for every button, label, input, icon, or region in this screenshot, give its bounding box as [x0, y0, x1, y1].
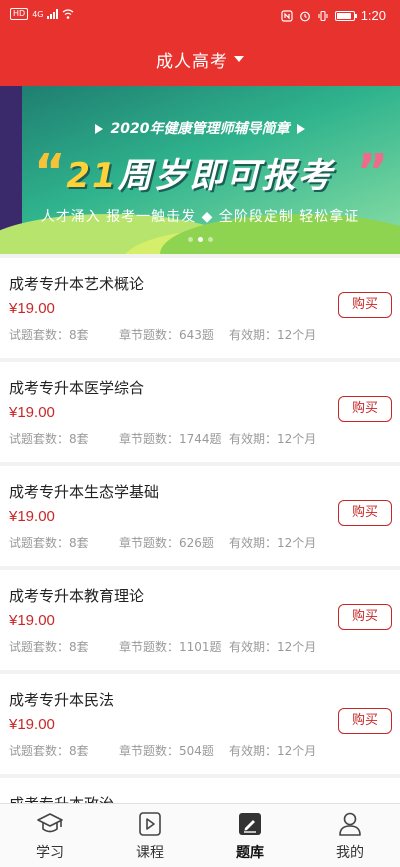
list-item[interactable]: 成考专升本艺术概论 ¥19.00 试题套数：8套 章节题数：643题 有效期：1… [0, 258, 400, 358]
course-meta: 试题套数：8套 章节题数：626题 有效期：12个月 [9, 534, 316, 551]
battery-icon [334, 10, 357, 21]
status-bar: HD 4G 1:20 [0, 0, 400, 30]
course-price: ¥19.00 [9, 716, 55, 733]
page-title: 成人高考 [156, 51, 228, 72]
caret-down-icon [234, 56, 244, 62]
course-name: 成考专升本教育理论 [9, 587, 145, 605]
validity: 有效期：12个月 [229, 328, 317, 342]
clock: 1:20 [360, 8, 386, 23]
chapter-questions: 章节题数：643题 [119, 328, 214, 342]
user-icon [339, 812, 361, 836]
banner-top-line: 2020年健康管理师辅导简章 [0, 118, 400, 138]
banner-top-text: 2020年健康管理师辅导简章 [110, 121, 290, 137]
tab-label: 题库 [236, 844, 264, 861]
graduation-cap-icon [37, 812, 63, 832]
question-sets: 试题套数：8套 [9, 328, 89, 342]
tab-study[interactable]: 学习 [0, 804, 100, 867]
course-price: ¥19.00 [9, 404, 55, 421]
course-price: ¥19.00 [9, 612, 55, 629]
banner-subline: 人才涌入 报考一触击发 ◆ 全阶段定制 轻松拿证 [40, 209, 360, 225]
play-icon [139, 811, 161, 836]
course-price: ¥19.00 [9, 508, 55, 525]
validity: 有效期：12个月 [229, 744, 317, 758]
list-item[interactable]: 成考专升本教育理论 ¥19.00 试题套数：8套 章节题数：1101题 有效期：… [0, 570, 400, 670]
course-name: 成考专升本民法 [9, 691, 115, 709]
course-name: 成考专升本生态学基础 [9, 483, 160, 501]
carousel-dots [0, 237, 400, 242]
signal-icon [47, 9, 59, 19]
banner-headline-text: 周岁即可报考 [117, 156, 334, 196]
vibrate-icon [318, 10, 328, 21]
carousel-dot-active[interactable] [197, 237, 203, 242]
carousel-dot[interactable] [187, 237, 193, 242]
bottom-tab-bar: 学习 课程 题库 我的 [0, 803, 400, 867]
play-arrow-icon [297, 124, 306, 134]
chapter-questions: 章节题数：626题 [119, 536, 214, 550]
question-sets: 试题套数：8套 [9, 640, 89, 654]
exam-category-selector[interactable]: 成人高考 [0, 44, 400, 74]
chapter-questions: 章节题数：504题 [119, 744, 214, 758]
list-item[interactable]: 成考专升本生态学基础 ¥19.00 试题套数：8套 章节题数：626题 有效期：… [0, 466, 400, 566]
validity: 有效期：12个月 [229, 432, 317, 446]
banner-headline: 21周岁即可报考 [0, 148, 400, 197]
tab-courses[interactable]: 课程 [100, 804, 200, 867]
chapter-questions: 章节题数：1744题 [119, 432, 222, 446]
validity: 有效期：12个月 [229, 536, 317, 550]
tab-label: 学习 [36, 844, 64, 861]
list-item[interactable]: 成考专升本医学综合 ¥19.00 试题套数：8套 章节题数：1744题 有效期：… [0, 362, 400, 462]
course-name: 成考专升本艺术概论 [9, 275, 145, 293]
tab-label: 课程 [136, 844, 164, 861]
tab-label: 我的 [336, 844, 364, 861]
quote-mark-icon: ” [356, 144, 388, 200]
question-sets: 试题套数：8套 [9, 536, 89, 550]
course-meta: 试题套数：8套 章节题数：643题 有效期：12个月 [9, 326, 316, 343]
course-meta: 试题套数：8套 章节题数：1744题 有效期：12个月 [9, 430, 316, 447]
buy-button[interactable]: 购买 [338, 396, 392, 422]
course-name: 成考专升本医学综合 [9, 379, 145, 397]
hd-badge: HD [10, 8, 29, 20]
course-meta: 试题套数：8套 章节题数：1101题 有效期：12个月 [9, 638, 316, 655]
nfc-icon [281, 9, 293, 22]
buy-button[interactable]: 购买 [338, 708, 392, 734]
course-list: 成考专升本艺术概论 ¥19.00 试题套数：8套 章节题数：643题 有效期：1… [0, 258, 400, 822]
tab-question-bank[interactable]: 题库 [200, 804, 300, 867]
edit-book-icon [239, 812, 261, 835]
course-price: ¥19.00 [9, 300, 55, 317]
promo-banner[interactable]: 2020年健康管理师辅导简章 “ 21周岁即可报考 ” 人才涌入 报考一触击发 … [0, 86, 400, 254]
chapter-questions: 章节题数：1101题 [119, 640, 222, 654]
carousel-dot[interactable] [207, 237, 213, 242]
network-type: 4G [32, 9, 44, 19]
list-item[interactable]: 成考专升本民法 ¥19.00 试题套数：8套 章节题数：504题 有效期：12个… [0, 674, 400, 774]
tab-profile[interactable]: 我的 [300, 804, 400, 867]
alarm-icon [299, 11, 310, 21]
app-header: HD 4G 1:20 成人高考 [0, 0, 400, 86]
buy-button[interactable]: 购买 [338, 292, 392, 318]
banner-headline-number: 21 [66, 156, 118, 196]
buy-button[interactable]: 购买 [338, 604, 392, 630]
play-arrow-icon [94, 124, 103, 134]
validity: 有效期：12个月 [229, 640, 317, 654]
question-sets: 试题套数：8套 [9, 432, 89, 446]
buy-button[interactable]: 购买 [338, 500, 392, 526]
question-sets: 试题套数：8套 [9, 744, 89, 758]
wifi-icon [63, 9, 74, 19]
course-meta: 试题套数：8套 章节题数：504题 有效期：12个月 [9, 742, 316, 759]
